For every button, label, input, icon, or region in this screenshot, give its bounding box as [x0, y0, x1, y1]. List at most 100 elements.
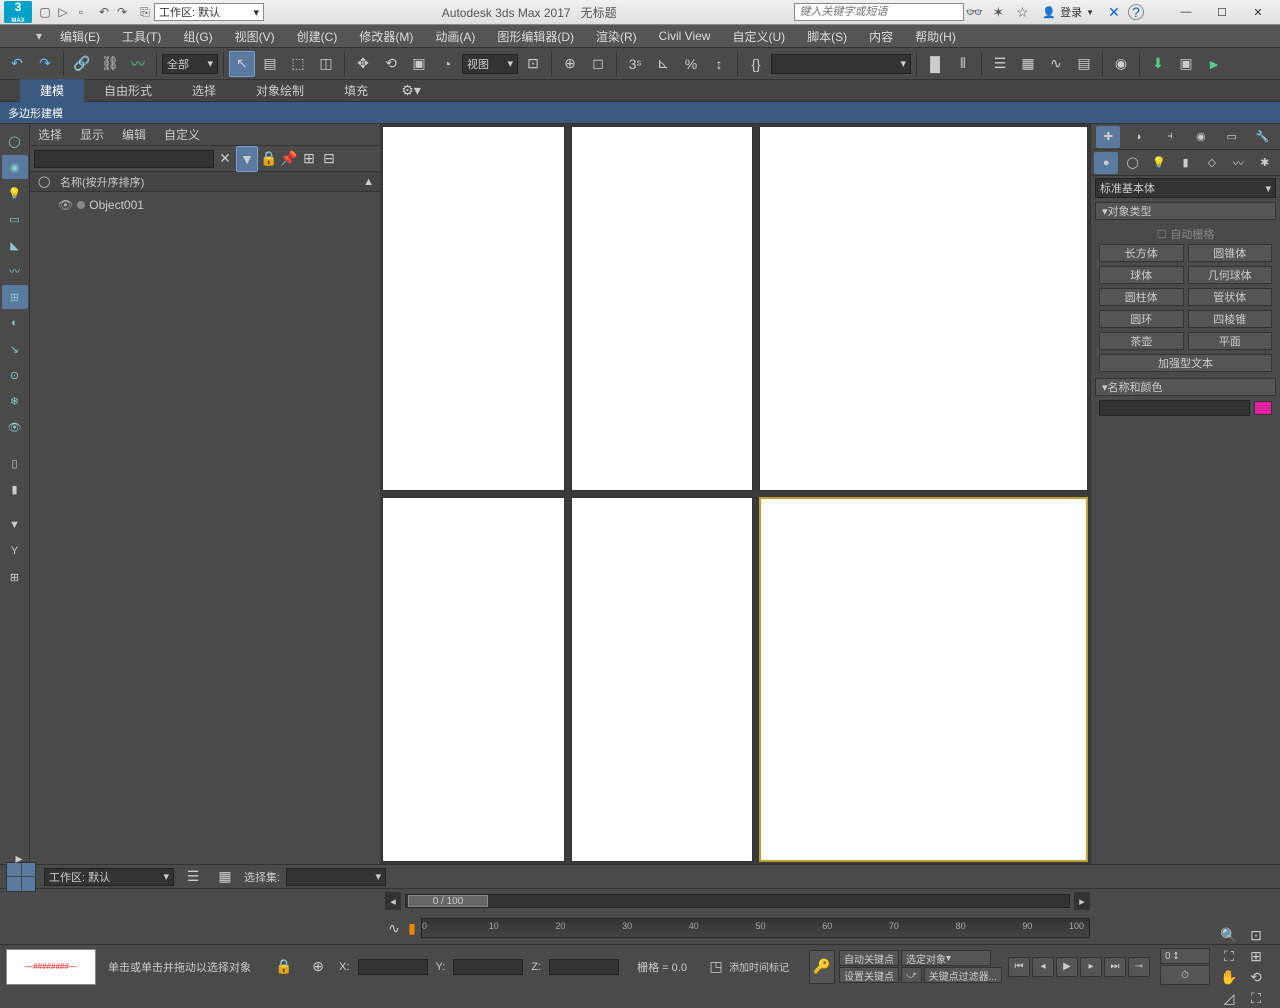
utilities-tab-icon[interactable]: 🔧	[1251, 126, 1275, 148]
named-selection-dropdown[interactable]: ▾	[771, 54, 911, 74]
pin-icon[interactable]: 📌	[280, 146, 298, 172]
layer-explorer-button[interactable]: ☰	[987, 51, 1013, 77]
obj-box[interactable]: 长方体	[1099, 244, 1184, 262]
search-clear-icon[interactable]: ✕	[216, 146, 234, 172]
selected-obj-dropdown[interactable]: 选定对象 ▾	[901, 950, 991, 966]
menu-help[interactable]: 帮助(H)	[905, 25, 966, 48]
select-object-button[interactable]: ↖	[229, 51, 255, 77]
workspace-footer-dropdown[interactable]: 工作区: 默认▾	[44, 868, 174, 886]
undo-icon[interactable]: ↶	[95, 3, 113, 21]
render-setup-button[interactable]: ⬇	[1145, 51, 1171, 77]
display-floater-icon[interactable]: ▯	[2, 451, 28, 475]
scene-tab-custom[interactable]: 自定义	[164, 126, 200, 143]
filter-groups-icon[interactable]: 👁	[2, 415, 28, 439]
zoom-extents-all-icon[interactable]: ⊞	[1243, 946, 1269, 966]
rotate-button[interactable]: ⟲	[378, 51, 404, 77]
menu-modifiers[interactable]: 修改器(M)	[349, 25, 423, 48]
star-icon[interactable]: ☆	[1012, 3, 1032, 21]
maximize-vp-icon[interactable]: ⛶	[1243, 988, 1269, 1008]
link-button[interactable]: 🔗	[69, 51, 95, 77]
ribbon-tab-selection[interactable]: 选择	[172, 79, 236, 102]
lights-icon[interactable]: 💡	[1147, 152, 1171, 174]
help-icon[interactable]: ?	[1128, 4, 1144, 20]
mirror-button[interactable]: ▐▌	[922, 51, 948, 77]
layer-manager-icon[interactable]: ▮	[2, 477, 28, 501]
menu-views[interactable]: 视图(V)	[225, 25, 285, 48]
open-icon[interactable]: ▷	[54, 3, 72, 21]
object-name-input[interactable]	[1099, 400, 1250, 416]
expand-icon[interactable]: ⊞	[2, 565, 28, 589]
menu-content[interactable]: 内容	[859, 25, 903, 48]
scene-tab-select[interactable]: 选择	[38, 126, 62, 143]
scene-column-header[interactable]: ◯ 名称(按升序排序) ▲	[30, 172, 380, 192]
time-slider-track[interactable]: 0 / 100	[405, 894, 1070, 908]
goto-end-icon[interactable]: ⏭	[1104, 957, 1126, 977]
percent-snap-button[interactable]: %	[678, 51, 704, 77]
ref-coord-dropdown[interactable]: 视图▾	[462, 54, 518, 74]
create-tab-icon[interactable]: ✚	[1096, 126, 1120, 148]
scene-tab-display[interactable]: 显示	[80, 126, 104, 143]
spinner-snap-button[interactable]: ↕	[706, 51, 732, 77]
obj-cylinder[interactable]: 圆柱体	[1099, 288, 1184, 306]
bind-space-warp-button[interactable]: 〰	[125, 51, 151, 77]
scene-tree[interactable]: 👁 Object001	[30, 192, 380, 864]
geometry-icon[interactable]: ●	[1094, 152, 1118, 174]
material-editor-button[interactable]: ◉	[1108, 51, 1134, 77]
filter-helpers-icon[interactable]: 〰	[2, 259, 28, 283]
add-icon[interactable]: ⊞	[300, 146, 318, 172]
selection-lock-icon[interactable]: ▦	[212, 864, 238, 890]
toggle-ribbon-button[interactable]: ▦	[1015, 51, 1041, 77]
helpers-icon[interactable]: ◇	[1200, 152, 1224, 174]
time-ruler[interactable]: 0 10 20 30 40 50 60 70 80 90 100	[421, 918, 1090, 938]
selection-set-dropdown[interactable]: ▾	[286, 868, 386, 886]
timeline-lock-icon[interactable]: ▮	[403, 915, 421, 941]
current-frame-input[interactable]: 0 ⭥	[1160, 948, 1210, 964]
maximize-button[interactable]: ☐	[1204, 0, 1240, 24]
modify-tab-icon[interactable]: ◗	[1127, 126, 1151, 148]
filter-hidden-icon[interactable]: ❄	[2, 389, 28, 413]
filter-bone-icon[interactable]: ◐	[2, 311, 28, 335]
orbit-icon[interactable]: ⟲	[1243, 967, 1269, 987]
funnel-icon[interactable]: ▼	[2, 513, 28, 537]
person-icon[interactable]: ✶	[988, 3, 1008, 21]
edit-named-sel-button[interactable]: {}	[743, 51, 769, 77]
mini-curve-icon[interactable]: ∿	[385, 915, 403, 941]
visibility-icon[interactable]: 👁	[58, 198, 73, 212]
obj-tube[interactable]: 管状体	[1188, 288, 1273, 306]
menu-graph-editors[interactable]: 图形编辑器(D)	[487, 25, 584, 48]
render-frame-button[interactable]: ▣	[1173, 51, 1199, 77]
menu-civil-view[interactable]: Civil View	[649, 26, 721, 46]
prev-frame-icon[interactable]: ◂	[1032, 957, 1054, 977]
move-button[interactable]: ✥	[350, 51, 376, 77]
ribbon-tab-populate[interactable]: 填充	[324, 79, 388, 102]
viewport-bot-right[interactable]	[759, 497, 1088, 862]
zoom-extents-icon[interactable]: ⛶	[1216, 946, 1242, 966]
viewport-bot-left[interactable]	[382, 497, 565, 862]
window-crossing-button[interactable]: ◫	[313, 51, 339, 77]
obj-torus[interactable]: 圆环	[1099, 310, 1184, 328]
menu-script[interactable]: 脚本(S)	[797, 25, 857, 48]
render-button[interactable]: ►	[1201, 51, 1227, 77]
filter-spacewarps-icon[interactable]: ⊞	[2, 285, 28, 309]
next-frame-icon[interactable]: ▸	[1080, 957, 1102, 977]
redo-button[interactable]: ↷	[32, 51, 58, 77]
minimize-button[interactable]: —	[1168, 0, 1204, 24]
placement-button[interactable]: ◔	[434, 51, 460, 77]
workspace-dropdown[interactable]: 工作区: 默认▾	[154, 3, 264, 21]
unlink-button[interactable]: ⛓	[97, 51, 123, 77]
filter-lights-icon[interactable]: ▭	[2, 207, 28, 231]
ribbon-tab-freeform[interactable]: 自由形式	[84, 79, 172, 102]
hierarchy-tab-icon[interactable]: ⫞	[1158, 126, 1182, 148]
rollout-object-type[interactable]: ▾ 对象类型	[1095, 202, 1276, 220]
viewport-bot-mid[interactable]	[571, 497, 754, 862]
fov-icon[interactable]: ◿	[1216, 988, 1242, 1008]
redo-icon[interactable]: ↷	[113, 3, 131, 21]
remove-icon[interactable]: ⊟	[320, 146, 338, 172]
scale-button[interactable]: ▣	[406, 51, 432, 77]
set-key-big-icon[interactable]: 🔑	[809, 950, 835, 984]
new-icon[interactable]: ▢	[36, 3, 54, 21]
time-slider-handle[interactable]: 0 / 100	[408, 895, 488, 907]
scene-tab-edit[interactable]: 编辑	[122, 126, 146, 143]
rollout-name-color[interactable]: ▾ 名称和颜色	[1095, 378, 1276, 396]
obj-geosphere[interactable]: 几何球体	[1188, 266, 1273, 284]
